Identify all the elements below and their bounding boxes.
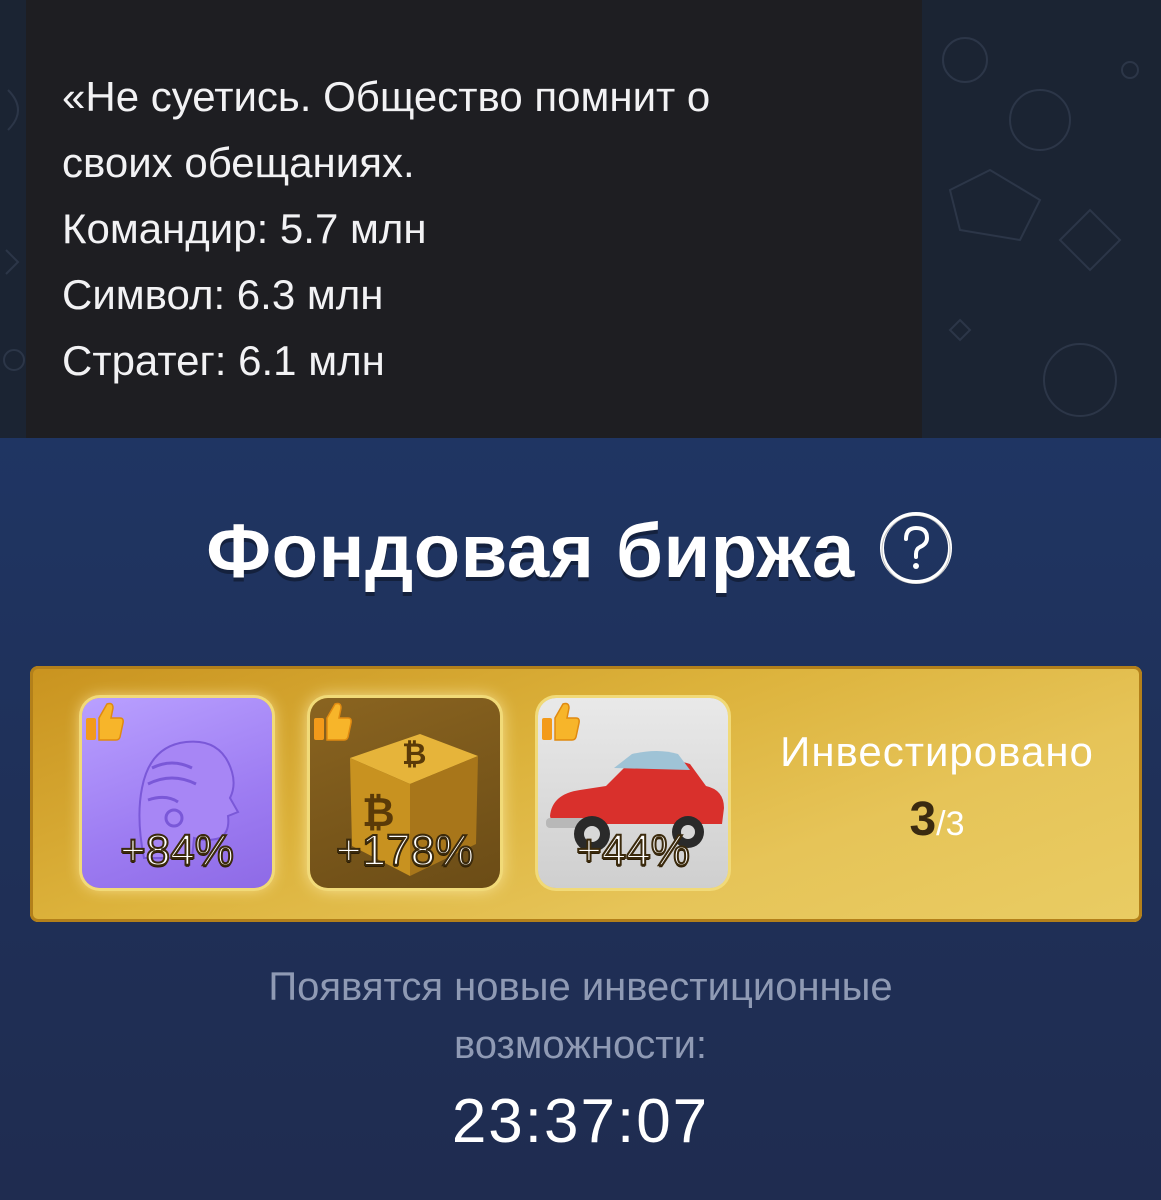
- investment-panel: +84% ₿ ₿ +178% +44% Инвестировано 3/3: [30, 666, 1142, 922]
- chat-area: «Не суетись. Общество помнит о своих обе…: [0, 0, 1161, 438]
- message-line: Командир: 5.7 млн: [62, 205, 427, 252]
- countdown-timer: 23:37:07: [451, 1087, 710, 1156]
- card-percent: +44%: [575, 825, 691, 876]
- investment-card-bitcoin-cube[interactable]: ₿ ₿ +178%: [310, 698, 500, 888]
- stock-exchange-screen: Фондовая биржа +84% ₿ ₿ +178% +44% Инвес…: [0, 438, 1161, 1200]
- card-percent: +84%: [119, 825, 235, 876]
- message-line: «Не суетись. Общество помнит о: [62, 73, 711, 120]
- thumbs-up-icon: [86, 702, 124, 741]
- notice-text: Появятся новые инвестиционные возможност…: [268, 965, 893, 1067]
- question-circle-icon[interactable]: [877, 509, 955, 587]
- page-title: Фондовая биржа: [206, 508, 855, 594]
- thumbs-up-icon: [542, 702, 580, 741]
- investment-card-retro-car[interactable]: +44%: [538, 698, 728, 888]
- title-row: Фондовая биржа: [0, 496, 1161, 606]
- message-line: своих обещаниях.: [62, 139, 415, 186]
- invested-counter: 3/3: [742, 792, 1132, 847]
- invested-status: Инвестировано 3/3: [742, 728, 1132, 847]
- invested-total: /3: [936, 805, 965, 843]
- message-line: Стратег: 6.1 млн: [62, 337, 385, 384]
- investment-card-ai-head[interactable]: +84%: [82, 698, 272, 888]
- svg-text:₿: ₿: [402, 737, 426, 772]
- message-text: «Не суетись. Общество помнит о своих обе…: [62, 64, 902, 394]
- invested-count: 3: [909, 793, 937, 846]
- invested-label: Инвестировано: [780, 728, 1094, 775]
- card-percent: +178%: [335, 825, 475, 876]
- thumbs-up-icon: [314, 702, 352, 741]
- message-line: Символ: 6.3 млн: [62, 271, 384, 318]
- new-opportunities-notice: Появятся новые инвестиционные возможност…: [0, 958, 1161, 1074]
